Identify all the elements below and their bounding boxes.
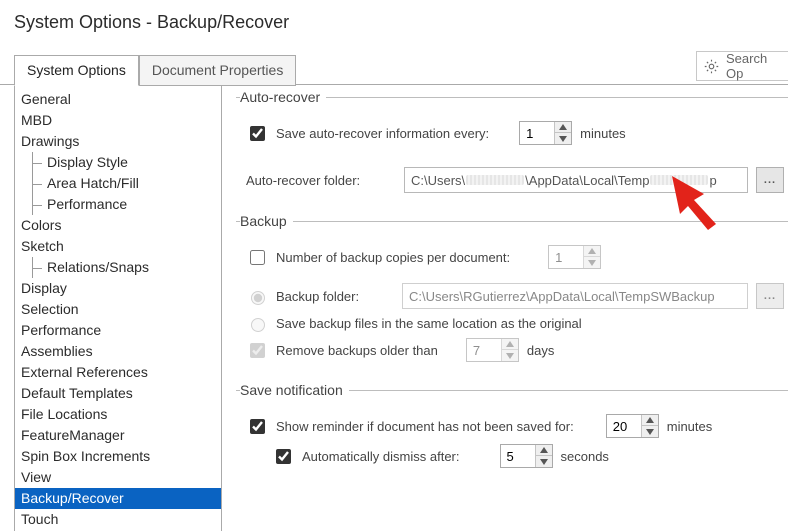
sidebar-item-relations-snaps[interactable]: Relations/Snaps	[29, 257, 221, 278]
save-reminder-input[interactable]	[607, 415, 641, 437]
tab-bar: System Options Document Properties Searc…	[0, 51, 788, 85]
sidebar-item-performance[interactable]: Performance	[15, 320, 221, 341]
auto-dismiss-unit: seconds	[561, 449, 609, 464]
sidebar-item-default-templates[interactable]: Default Templates	[15, 383, 221, 404]
spinner-up-icon	[584, 246, 600, 257]
tab-system-options[interactable]: System Options	[14, 55, 139, 86]
spinner-up-icon[interactable]	[642, 415, 658, 426]
autorecover-folder-label: Auto-recover folder:	[246, 173, 396, 188]
save-reminder-spinner[interactable]	[606, 414, 659, 438]
sidebar-item-backup-recover[interactable]: Backup/Recover	[15, 488, 221, 509]
autorecover-folder-path[interactable]: C:\Users\\AppData\Local\Tempp	[404, 167, 748, 193]
search-options-box[interactable]: Search Op	[696, 51, 788, 81]
sidebar-item-area-hatch-fill[interactable]: Area Hatch/Fill	[29, 173, 221, 194]
redacted-region	[466, 175, 524, 185]
autorecover-interval-unit: minutes	[580, 126, 626, 141]
sidebar-item-external-references[interactable]: External References	[15, 362, 221, 383]
sidebar-item-colors[interactable]: Colors	[15, 215, 221, 236]
auto-dismiss-checkbox[interactable]	[276, 449, 291, 464]
search-placeholder: Search Op	[726, 51, 782, 81]
backup-folder-radio	[251, 291, 265, 305]
spinner-up-icon	[502, 339, 518, 350]
backup-folder-path: C:\Users\RGutierrez\AppData\Local\TempSW…	[402, 283, 748, 309]
group-save-notification-legend: Save notification	[240, 382, 349, 398]
backup-remove-old-spinner	[466, 338, 519, 362]
sidebar-item-display-style[interactable]: Display Style	[29, 152, 221, 173]
auto-dismiss-label: Automatically dismiss after:	[302, 449, 460, 464]
backup-remove-old-checkbox	[250, 343, 265, 358]
spinner-down-icon	[502, 350, 518, 361]
backup-copies-spinner	[548, 245, 601, 269]
sidebar-item-featuremanager[interactable]: FeatureManager	[15, 425, 221, 446]
autorecover-enable-checkbox[interactable]	[250, 126, 265, 141]
autorecover-folder-browse-button[interactable]: ...	[756, 167, 784, 193]
sidebar-item-drawings[interactable]: Drawings	[15, 131, 221, 152]
spinner-up-icon[interactable]	[536, 445, 552, 456]
sidebar-item-sketch[interactable]: Sketch	[15, 236, 221, 257]
redacted-region	[650, 175, 708, 185]
sidebar-item-view[interactable]: View	[15, 467, 221, 488]
sidebar-item-general[interactable]: General	[15, 89, 221, 110]
save-reminder-unit: minutes	[667, 419, 713, 434]
auto-dismiss-spinner[interactable]	[500, 444, 553, 468]
tab-document-properties[interactable]: Document Properties	[139, 55, 297, 86]
backup-remove-old-label: Remove backups older than	[276, 343, 438, 358]
options-panel: Auto-recover Save auto-recover informati…	[222, 85, 788, 531]
auto-dismiss-input[interactable]	[501, 445, 535, 467]
spinner-up-icon[interactable]	[555, 122, 571, 133]
autorecover-interval-input[interactable]	[520, 122, 554, 144]
spinner-down-icon[interactable]	[555, 133, 571, 144]
backup-folder-browse-button: ...	[756, 283, 784, 309]
sidebar-item-drawings-performance[interactable]: Performance	[29, 194, 221, 215]
spinner-down-icon[interactable]	[642, 426, 658, 437]
group-auto-recover: Auto-recover Save auto-recover informati…	[236, 89, 788, 203]
sidebar-item-assemblies[interactable]: Assemblies	[15, 341, 221, 362]
backup-remove-old-unit: days	[527, 343, 554, 358]
backup-folder-label: Backup folder:	[276, 289, 394, 304]
spinner-down-icon	[584, 257, 600, 268]
group-backup-legend: Backup	[240, 213, 293, 229]
group-auto-recover-legend: Auto-recover	[240, 89, 326, 105]
sidebar-item-display[interactable]: Display	[15, 278, 221, 299]
category-list: General MBD Drawings Display Style Area …	[14, 85, 222, 531]
group-save-notification: Save notification Show reminder if docum…	[236, 382, 788, 478]
save-reminder-label: Show reminder if document has not been s…	[276, 419, 574, 434]
window-title: System Options - Backup/Recover	[0, 0, 788, 39]
sidebar-item-touch[interactable]: Touch	[15, 509, 221, 530]
save-reminder-checkbox[interactable]	[250, 419, 265, 434]
group-backup: Backup Number of backup copies per docum…	[236, 213, 788, 372]
backup-same-location-label: Save backup files in the same location a…	[276, 316, 582, 331]
backup-remove-old-input	[467, 339, 501, 361]
sidebar-item-spin-box-increments[interactable]: Spin Box Increments	[15, 446, 221, 467]
autorecover-interval-spinner[interactable]	[519, 121, 572, 145]
gear-icon	[703, 58, 720, 75]
backup-copies-input	[549, 246, 583, 268]
backup-copies-checkbox[interactable]	[250, 250, 265, 265]
sidebar-item-file-locations[interactable]: File Locations	[15, 404, 221, 425]
sidebar-item-mbd[interactable]: MBD	[15, 110, 221, 131]
spinner-down-icon[interactable]	[536, 456, 552, 467]
autorecover-enable-label: Save auto-recover information every:	[276, 126, 489, 141]
sidebar-item-selection[interactable]: Selection	[15, 299, 221, 320]
backup-copies-label: Number of backup copies per document:	[276, 250, 510, 265]
backup-same-location-radio	[251, 318, 265, 332]
